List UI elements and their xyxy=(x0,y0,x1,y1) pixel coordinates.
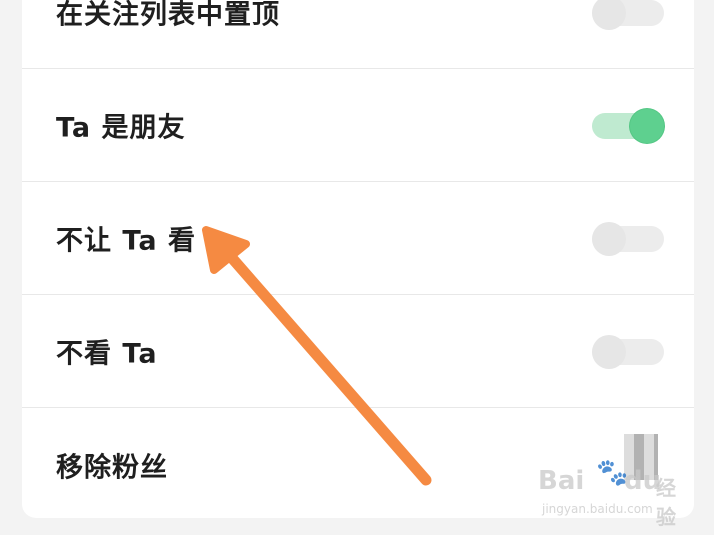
toggle-knob xyxy=(592,222,626,256)
hide-their-toggle[interactable] xyxy=(592,335,664,369)
setting-label-hide-their: 不看 Ta xyxy=(56,338,158,370)
setting-row-hide-their[interactable]: 不看 Ta xyxy=(22,295,694,408)
pin-top-toggle[interactable] xyxy=(592,0,664,30)
setting-row-hide-from[interactable]: 不让 Ta 看 xyxy=(22,182,694,295)
toggle-knob xyxy=(592,335,626,369)
watermark-url: jingyan.baidu.com xyxy=(542,502,653,516)
setting-label-is-friend: Ta 是朋友 xyxy=(56,112,186,144)
toggle-knob xyxy=(630,109,664,143)
watermark: Bai 🐾 du 经验 jingyan.baidu.com xyxy=(538,456,688,529)
setting-label-remove-follower: 移除粉丝 xyxy=(56,452,168,483)
setting-row-is-friend[interactable]: Ta 是朋友 xyxy=(22,69,694,182)
setting-label-pin-top: 在关注列表中置顶 xyxy=(56,0,280,31)
setting-row-pin-top[interactable]: 在关注列表中置顶 xyxy=(22,0,694,69)
watermark-logo: Bai xyxy=(538,466,585,496)
is-friend-toggle[interactable] xyxy=(592,109,664,143)
watermark-product: 经验 xyxy=(656,476,676,529)
hide-from-toggle[interactable] xyxy=(592,222,664,256)
settings-card: 在关注列表中置顶 Ta 是朋友 不让 Ta 看 不看 Ta 移除粉丝 xyxy=(22,0,694,518)
setting-label-hide-from: 不让 Ta 看 xyxy=(56,225,196,257)
